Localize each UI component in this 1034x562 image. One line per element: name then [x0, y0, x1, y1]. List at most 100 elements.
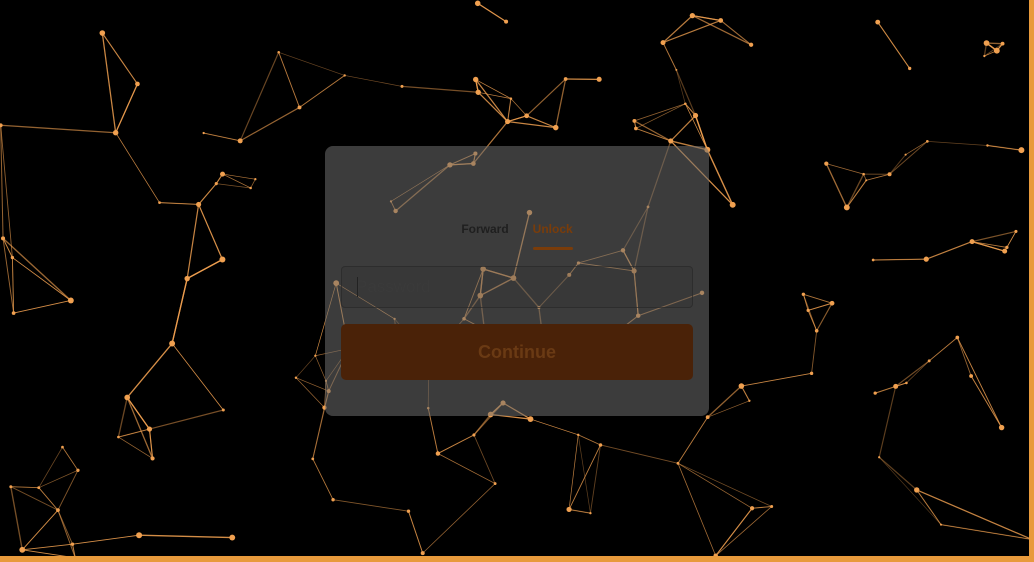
network-node: [472, 76, 479, 83]
network-node: [705, 415, 710, 420]
network-node: [904, 153, 907, 156]
network-edge: [507, 98, 512, 122]
tab-unlock[interactable]: Unlock: [532, 220, 573, 250]
network-node: [843, 204, 850, 211]
network-node: [406, 509, 411, 513]
password-input[interactable]: [341, 266, 693, 308]
network-edge: [295, 377, 325, 408]
network-edge: [333, 499, 409, 512]
network-node: [577, 433, 580, 437]
tab-forward[interactable]: Forward: [461, 220, 508, 250]
network-node: [986, 144, 989, 147]
network-edge: [10, 486, 59, 511]
network-node: [229, 534, 236, 541]
network-edge: [475, 79, 509, 122]
network-edge: [684, 103, 708, 150]
network-edge: [927, 140, 988, 146]
network-edge: [634, 120, 672, 142]
network-edge: [568, 434, 579, 510]
network-node: [566, 506, 572, 513]
network-edge: [677, 463, 717, 556]
network-edge: [159, 202, 199, 206]
network-node: [1014, 229, 1018, 233]
network-node: [598, 443, 603, 447]
network-node: [589, 511, 592, 515]
network-edge: [57, 470, 79, 511]
network-node: [474, 0, 481, 7]
network-node: [0, 123, 3, 128]
network-node: [249, 186, 252, 190]
network-edge: [635, 103, 686, 129]
network-node: [331, 498, 335, 502]
network-edge: [171, 278, 188, 344]
network-edge: [578, 434, 601, 446]
network-node: [124, 394, 131, 401]
network-edge: [677, 462, 753, 509]
network-node: [527, 416, 534, 422]
network-edge: [662, 19, 721, 44]
network-edge: [940, 524, 1032, 540]
network-edge: [278, 51, 345, 76]
network-node: [738, 383, 745, 389]
tab-bar: Forward Unlock: [325, 220, 709, 250]
window-frame-bottom: [0, 556, 1034, 562]
network-node: [220, 171, 226, 177]
network-edge: [477, 91, 509, 123]
network-edge: [877, 21, 911, 69]
network-edge: [401, 85, 479, 93]
network-node: [676, 461, 680, 465]
network-edge: [634, 103, 686, 122]
network-node: [801, 292, 806, 296]
network-edge: [568, 508, 591, 514]
network-edge: [635, 128, 671, 142]
network-node: [914, 487, 920, 493]
network-node: [9, 485, 13, 489]
network-node: [925, 140, 929, 143]
unlock-dialog: Forward Unlock Continue: [325, 146, 709, 416]
network-edge: [677, 462, 772, 507]
network-edge: [670, 115, 696, 142]
network-node: [112, 129, 119, 136]
text-cursor: [357, 277, 358, 297]
network-node: [806, 308, 810, 312]
network-edge: [577, 434, 591, 514]
network-edge: [149, 409, 224, 430]
network-node: [524, 113, 530, 119]
network-edge: [530, 418, 579, 436]
network-edge: [139, 534, 233, 539]
network-edge: [115, 83, 139, 133]
network-edge: [250, 179, 256, 189]
network-edge: [186, 204, 200, 279]
network-node: [136, 532, 143, 539]
network-edge: [878, 456, 918, 491]
network-edge: [926, 241, 973, 260]
network-edge: [662, 42, 677, 71]
network-node: [750, 506, 755, 511]
network-edge: [677, 416, 709, 464]
network-node: [237, 138, 243, 144]
network-edge: [956, 337, 1003, 428]
network-edge: [662, 15, 693, 44]
network-edge: [239, 52, 280, 142]
network-edge: [344, 75, 403, 87]
network-node: [878, 456, 881, 459]
network-edge: [905, 141, 928, 155]
network-node: [11, 311, 16, 315]
network-node: [824, 161, 829, 166]
network-edge: [422, 483, 496, 554]
network-edge: [118, 428, 150, 438]
network-node: [254, 178, 257, 181]
network-edge: [826, 163, 864, 175]
network-node: [923, 256, 929, 262]
network-node: [875, 19, 881, 25]
network-node: [61, 445, 64, 449]
network-edge: [956, 337, 972, 377]
network-node: [400, 84, 404, 88]
network-edge: [171, 343, 224, 411]
network-edge: [889, 140, 928, 175]
network-edge: [889, 154, 907, 175]
continue-button[interactable]: Continue: [341, 324, 693, 380]
network-edge: [13, 300, 71, 314]
network-edge: [473, 434, 496, 484]
network-node: [202, 131, 205, 135]
